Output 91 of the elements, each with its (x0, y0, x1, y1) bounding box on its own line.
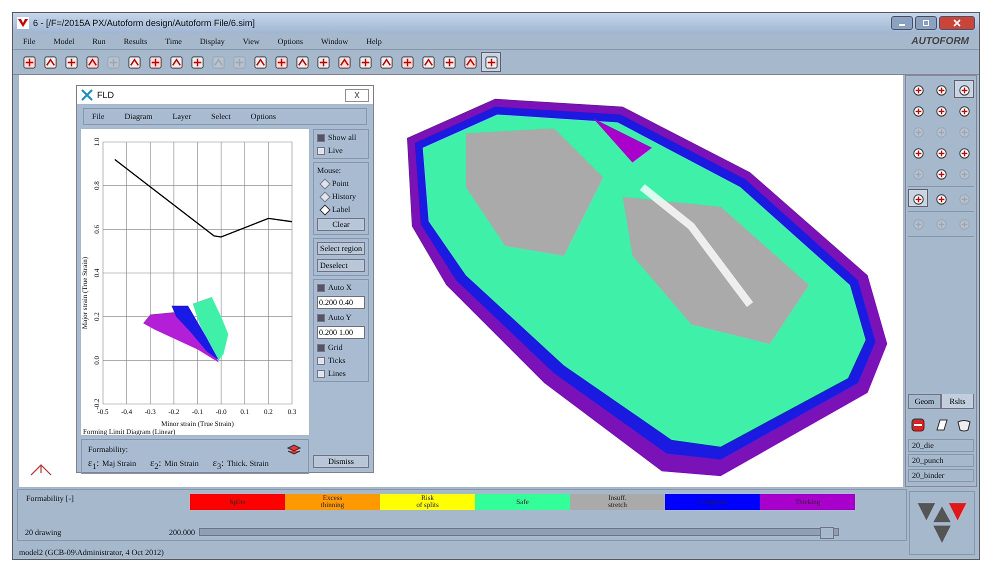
tool-icon (378, 54, 394, 70)
tool-icon (442, 54, 456, 70)
legend-title: Formability [-] (26, 494, 75, 503)
object-list-item[interactable]: 20_punch (908, 454, 974, 467)
tool-body-icon (910, 417, 926, 433)
strain-symbol: ε$_{1}$: (88, 458, 100, 471)
region-button[interactable]: Deselect (317, 259, 365, 272)
mouse-label: Mouse: (317, 166, 342, 175)
strain-symbol: ε$_{2}$: (150, 458, 162, 471)
checkbox-option[interactable]: Auto Y (317, 313, 365, 322)
menu-item[interactable]: View (242, 36, 260, 46)
palette-button[interactable] (954, 80, 974, 98)
checkbox-option[interactable]: Lines (317, 369, 365, 378)
range-input-field[interactable]: 0.200 0.40 (317, 296, 365, 309)
dialog-close-button[interactable] (345, 88, 369, 102)
tool-icon (294, 54, 310, 70)
checkbox-option[interactable]: Auto X (317, 283, 365, 292)
region-button[interactable]: Select region (317, 242, 365, 255)
menu-item[interactable]: Display (200, 36, 225, 46)
close-icon (952, 19, 962, 27)
minimize-button[interactable] (891, 16, 913, 30)
menu-item[interactable]: Options (278, 36, 303, 46)
object-list-item[interactable]: 20_binder (908, 469, 974, 482)
menu-item[interactable]: Window (320, 36, 348, 46)
tool-icon (190, 54, 204, 70)
window-title: 6 - [/F=/2015A PX/Autoform design/Autoform File/6.sim] (33, 18, 255, 28)
tool-icon (400, 54, 414, 70)
checkbox-option[interactable]: Live (317, 146, 365, 155)
cross-icon (81, 89, 93, 101)
tool-icon (42, 54, 58, 70)
tool-icon (148, 54, 162, 70)
tool-icon (484, 54, 498, 70)
step-value: 200.000 (168, 528, 195, 536)
panel-tab[interactable]: Geom (908, 394, 941, 409)
time-slider[interactable] (199, 528, 839, 536)
tool-icon (106, 54, 120, 70)
menu-item[interactable]: Diagram (124, 112, 152, 121)
object-list-item[interactable]: 20_die (908, 439, 974, 452)
tool-icon (336, 54, 352, 70)
tool-icon (462, 54, 478, 70)
status-text: model2 (GCB-09\Administrator, 4 Oct 2012) (19, 548, 164, 556)
checkbox-option[interactable]: Show all (317, 133, 365, 142)
tool-icon (22, 54, 36, 70)
menu-item[interactable]: Help (366, 36, 382, 46)
dialog-title: FLD (97, 90, 114, 100)
close-button[interactable] (939, 16, 975, 30)
menu-item[interactable]: Select (211, 112, 231, 121)
dismiss-button[interactable]: Dismiss (313, 455, 369, 468)
palette-button[interactable] (908, 189, 928, 207)
strain-label: Thick. Strain (226, 459, 269, 468)
maximize-button[interactable] (915, 16, 937, 30)
menu-item[interactable]: Results (124, 36, 148, 46)
strain-label: Maj Strain (102, 459, 136, 468)
maximize-icon (921, 19, 931, 27)
tool-icon (274, 54, 288, 70)
tool-icon (210, 54, 226, 70)
formability-label: Formability: (88, 444, 128, 454)
tool-icon (126, 54, 142, 70)
close-icon (352, 91, 362, 99)
slider-thumb[interactable] (820, 527, 834, 539)
tool-icon (64, 54, 78, 70)
bowl-icon (956, 417, 972, 433)
tool-icon (232, 54, 246, 70)
tool-icon (84, 54, 100, 70)
app-icon (17, 17, 29, 29)
tool-icon (316, 54, 330, 70)
radio-option[interactable]: History (317, 192, 365, 201)
tool-icon (252, 54, 268, 70)
strain-label: Min Strain (164, 459, 199, 468)
menu-item[interactable]: Time (165, 36, 182, 46)
toolbar-button[interactable] (481, 52, 501, 72)
autoform-logo: AUTOFORM (911, 36, 969, 46)
clear-button[interactable]: Clear (317, 218, 365, 231)
radio-option[interactable]: Label (317, 205, 365, 214)
menu-item[interactable]: Layer (172, 112, 192, 121)
checkbox-option[interactable]: Ticks (317, 356, 365, 365)
radio-option[interactable]: Point (317, 179, 365, 188)
menu-item[interactable]: File (23, 36, 36, 46)
tool-icon (168, 54, 184, 70)
panel-tab[interactable]: Rslts (941, 394, 974, 409)
menu-item[interactable]: Options (250, 112, 276, 121)
tool-icon (420, 54, 436, 70)
strain-symbol: ε$_{3}$: (212, 458, 224, 471)
layers-icon (286, 442, 302, 456)
menu-item[interactable]: Model (53, 36, 74, 46)
step-label: 20 drawing (25, 528, 62, 536)
range-input-field[interactable]: 0.200 1.00 (317, 326, 365, 339)
menu-item[interactable]: Run (92, 36, 106, 46)
tool-icon (358, 54, 372, 70)
menu-item[interactable]: File (92, 112, 104, 121)
checkbox-option[interactable]: Grid (317, 343, 365, 352)
